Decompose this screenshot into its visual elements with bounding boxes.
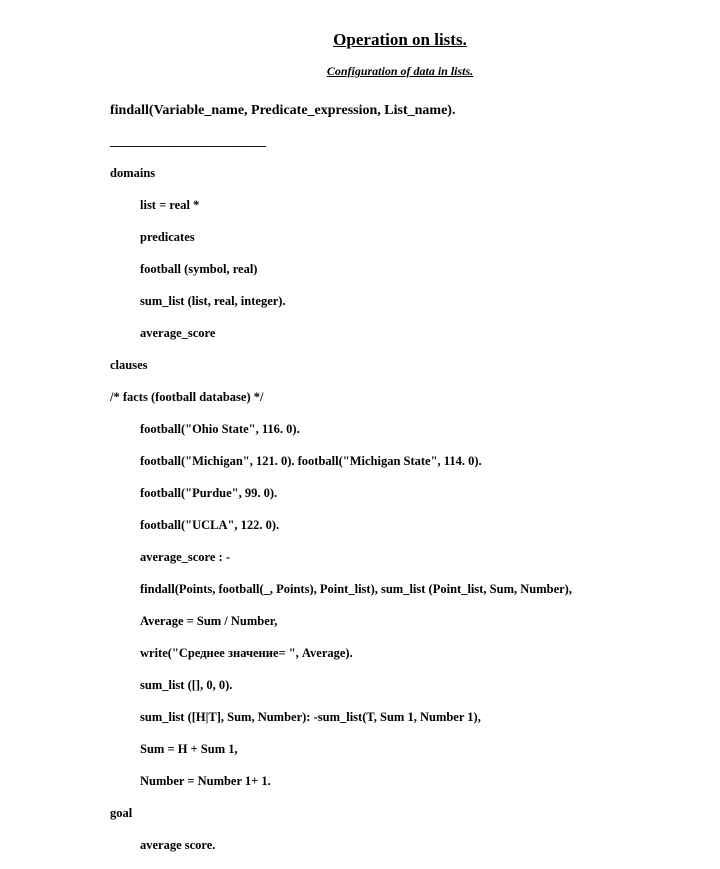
code-line: /* facts (football database) */ <box>110 389 620 405</box>
code-line: average score. <box>110 837 620 853</box>
code-line: average_score : - <box>110 549 620 565</box>
code-line: goal <box>110 805 620 821</box>
code-line: sum_list ([H|T], Sum, Number): -sum_list… <box>110 709 620 725</box>
code-line: football("Ohio State", 116. 0). <box>110 421 620 437</box>
code-line: clauses <box>110 357 620 373</box>
code-line: predicates <box>110 229 620 245</box>
code-line: domains <box>110 165 620 181</box>
code-listing: domains list = real * predicates footbal… <box>110 149 620 869</box>
code-line: sum_list (list, real, integer). <box>110 293 620 309</box>
page-subtitle: Configuration of data in lists. <box>180 64 620 79</box>
code-line: Number = Number 1+ 1. <box>110 773 620 789</box>
code-line: Average = Sum / Number, <box>110 613 620 629</box>
code-line: findall(Points, football(_, Points), Poi… <box>110 581 620 597</box>
code-line: average_score <box>110 325 620 341</box>
divider-line: ________________________ <box>110 133 620 149</box>
code-line: list = real * <box>110 197 620 213</box>
code-line: football("Michigan", 121. 0). football("… <box>110 453 620 469</box>
page-title: Operation on lists. <box>180 30 620 50</box>
code-line: write("Среднее значение= ", Average). <box>110 645 620 661</box>
code-line: football (symbol, real) <box>110 261 620 277</box>
code-line: sum_list ([], 0, 0). <box>110 677 620 693</box>
code-line: Sum = H + Sum 1, <box>110 741 620 757</box>
predicate-signature: findall(Variable_name, Predicate_express… <box>110 103 620 119</box>
code-line: football("UCLA", 122. 0). <box>110 517 620 533</box>
code-line: football("Purdue", 99. 0). <box>110 485 620 501</box>
